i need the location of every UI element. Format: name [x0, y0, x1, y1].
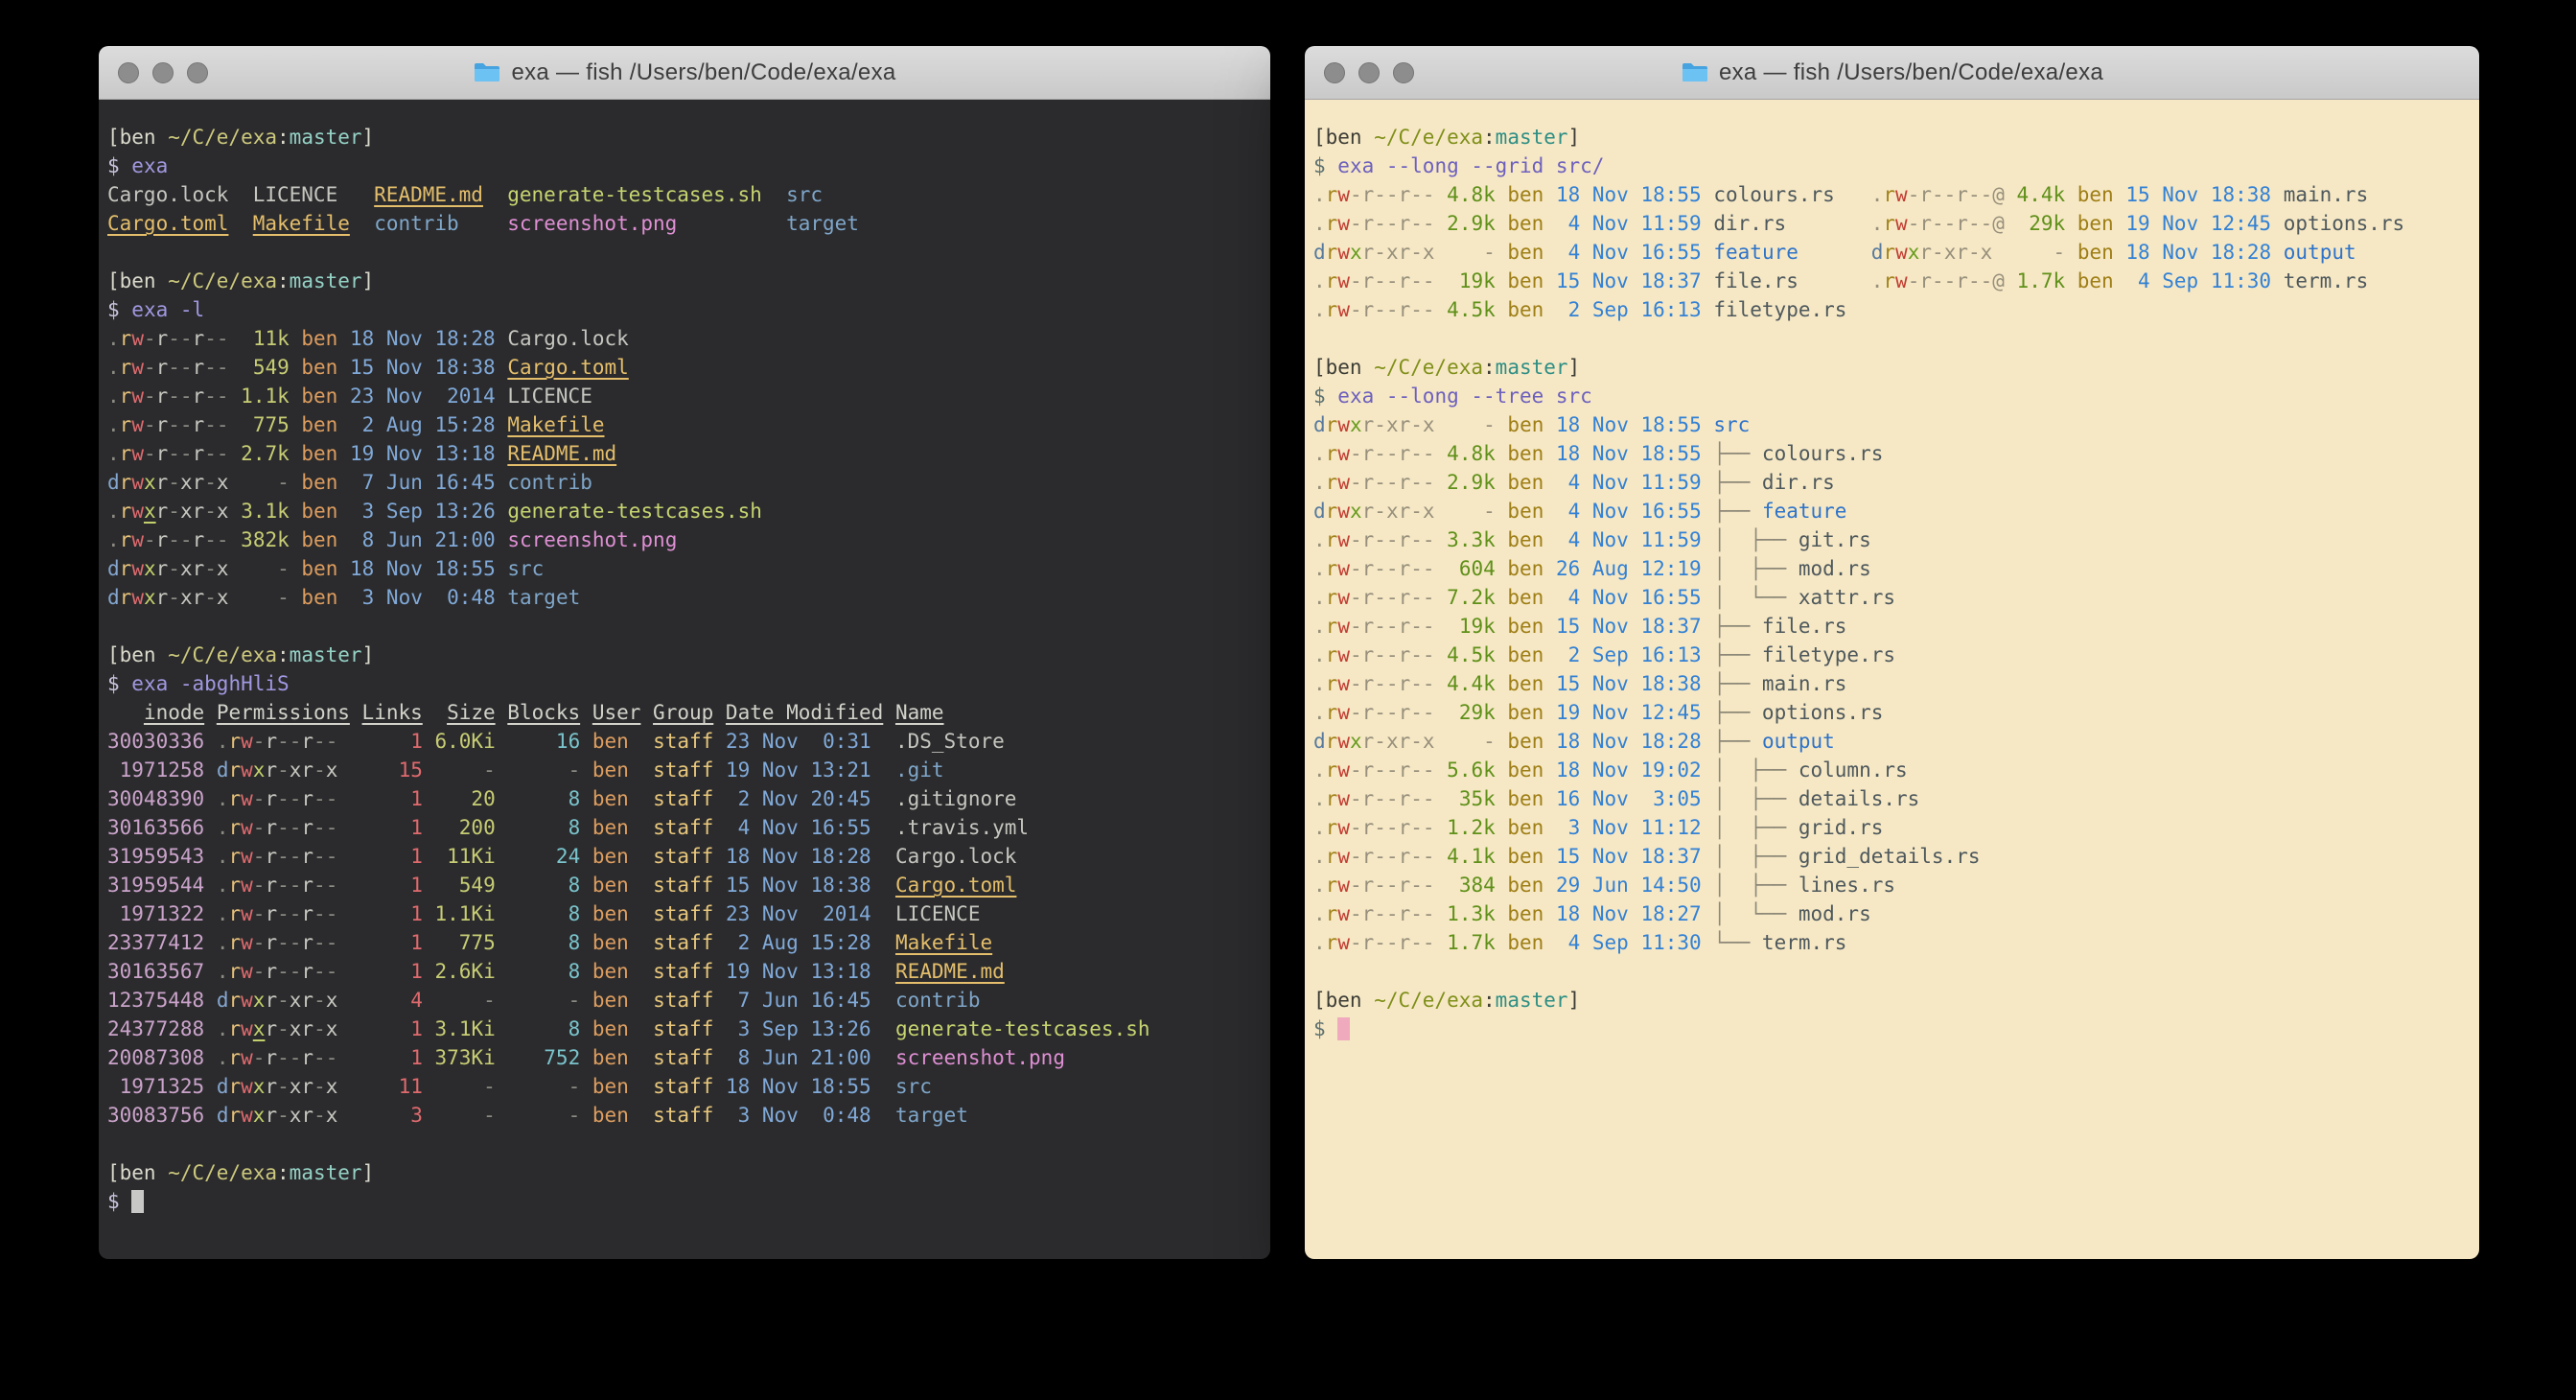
terminal-line: 30030336 .rw-r--r-- 1 6.0Ki 16 ben staff… — [107, 727, 1270, 756]
terminal-line: $ exa --long --grid src/ — [1313, 152, 2479, 180]
terminal-window-left: exa — fish /Users/ben/Code/exa/exa [ben … — [99, 46, 1270, 1259]
terminal-line: $ exa --long --tree src — [1313, 382, 2479, 410]
traffic-lights — [1324, 46, 1414, 99]
terminal-line: drwxr-xr-x - ben 18 Nov 18:28 ├── output — [1313, 727, 2479, 756]
window-title: exa — fish /Users/ben/Code/exa/exa — [1681, 59, 2103, 86]
terminal-content-right[interactable]: [ben ~/C/e/exa:master]$ exa --long --gri… — [1305, 100, 2479, 1259]
terminal-line: [ben ~/C/e/exa:master] — [1313, 986, 2479, 1015]
minimize-button[interactable] — [1358, 62, 1380, 83]
terminal-line: inode Permissions Links Size Blocks User… — [107, 698, 1270, 727]
terminal-line: .rw-r--r-- 35k ben 16 Nov 3:05 │ ├── det… — [1313, 784, 2479, 813]
terminal-line — [107, 1130, 1270, 1158]
terminal-line: drwxr-xr-x - ben 18 Nov 18:55 src — [107, 554, 1270, 583]
terminal-line: drwxr-xr-x - ben 4 Nov 16:55 ├── feature — [1313, 497, 2479, 525]
terminal-line: $ — [107, 1187, 1270, 1216]
minimize-button[interactable] — [152, 62, 174, 83]
terminal-line: Cargo.toml Makefile contrib screenshot.p… — [107, 209, 1270, 238]
window-title-text: exa — fish /Users/ben/Code/exa/exa — [511, 59, 895, 86]
terminal-line: 12375448 drwxr-xr-x 4 - - ben staff 7 Ju… — [107, 986, 1270, 1015]
terminal-line: .rw-r--r-- 775 ben 2 Aug 15:28 Makefile — [107, 410, 1270, 439]
terminal-line: .rw-r--r-- 1.7k ben 4 Sep 11:30 └── term… — [1313, 928, 2479, 957]
terminal-line: $ exa -abghHliS — [107, 669, 1270, 698]
terminal-line: drwxr-xr-x - ben 3 Nov 0:48 target — [107, 583, 1270, 612]
terminal-line: .rw-r--r-- 4.8k ben 18 Nov 18:55 colours… — [1313, 180, 2479, 209]
terminal-line: [ben ~/C/e/exa:master] — [1313, 123, 2479, 152]
terminal-line: 24377288 .rwxr-xr-x 1 3.1Ki 8 ben staff … — [107, 1015, 1270, 1043]
terminal-line: .rw-r--r-- 604 ben 26 Aug 12:19 │ ├── mo… — [1313, 554, 2479, 583]
terminal-line: [ben ~/C/e/exa:master] — [107, 267, 1270, 295]
terminal-line: 30083756 drwxr-xr-x 3 - - ben staff 3 No… — [107, 1101, 1270, 1130]
terminal-line: .rw-r--r-- 384 ben 29 Jun 14:50 │ ├── li… — [1313, 871, 2479, 899]
terminal-line: [ben ~/C/e/exa:master] — [1313, 353, 2479, 382]
terminal-line: [ben ~/C/e/exa:master] — [107, 641, 1270, 669]
terminal-line: 31959543 .rw-r--r-- 1 11Ki 24 ben staff … — [107, 842, 1270, 871]
terminal-line: drwxr-xr-x - ben 7 Jun 16:45 contrib — [107, 468, 1270, 497]
terminal-line: $ exa -l — [107, 295, 1270, 324]
close-button[interactable] — [1324, 62, 1345, 83]
terminal-line: $ — [1313, 1015, 2479, 1043]
terminal-line: .rw-r--r-- 2.9k ben 4 Nov 11:59 dir.rs .… — [1313, 209, 2479, 238]
window-title-text: exa — fish /Users/ben/Code/exa/exa — [1719, 59, 2103, 86]
terminal-line: .rw-r--r-- 549 ben 15 Nov 18:38 Cargo.to… — [107, 353, 1270, 382]
terminal-line — [1313, 957, 2479, 986]
terminal-line: .rw-r--r-- 1.3k ben 18 Nov 18:27 │ └── m… — [1313, 899, 2479, 928]
terminal-line: [ben ~/C/e/exa:master] — [107, 123, 1270, 152]
cursor-block — [131, 1190, 144, 1213]
folder-icon — [473, 61, 501, 84]
traffic-lights — [118, 46, 208, 99]
window-title: exa — fish /Users/ben/Code/exa/exa — [473, 59, 895, 86]
terminal-line: .rw-r--r-- 11k ben 18 Nov 18:28 Cargo.lo… — [107, 324, 1270, 353]
terminal-line: 1971325 drwxr-xr-x 11 - - ben staff 18 N… — [107, 1072, 1270, 1101]
terminal-line: 30163567 .rw-r--r-- 1 2.6Ki 8 ben staff … — [107, 957, 1270, 986]
terminal-line: 1971322 .rw-r--r-- 1 1.1Ki 8 ben staff 2… — [107, 899, 1270, 928]
terminal-line: drwxr-xr-x - ben 18 Nov 18:55 src — [1313, 410, 2479, 439]
terminal-line: .rw-r--r-- 1.2k ben 3 Nov 11:12 │ ├── gr… — [1313, 813, 2479, 842]
terminal-line: .rwxr-xr-x 3.1k ben 3 Sep 13:26 generate… — [107, 497, 1270, 525]
terminal-line: 31959544 .rw-r--r-- 1 549 8 ben staff 15… — [107, 871, 1270, 899]
cursor-block — [1337, 1017, 1350, 1040]
terminal-line: .rw-r--r-- 4.1k ben 15 Nov 18:37 │ ├── g… — [1313, 842, 2479, 871]
terminal-line: 30048390 .rw-r--r-- 1 20 8 ben staff 2 N… — [107, 784, 1270, 813]
terminal-line: .rw-r--r-- 4.5k ben 2 Sep 16:13 ├── file… — [1313, 641, 2479, 669]
terminal-line: .rw-r--r-- 5.6k ben 18 Nov 19:02 │ ├── c… — [1313, 756, 2479, 784]
terminal-content-left[interactable]: [ben ~/C/e/exa:master]$ exaCargo.lock LI… — [99, 100, 1270, 1259]
terminal-line: $ exa — [107, 152, 1270, 180]
terminal-line: 30163566 .rw-r--r-- 1 200 8 ben staff 4 … — [107, 813, 1270, 842]
terminal-line: .rw-r--r-- 29k ben 19 Nov 12:45 ├── opti… — [1313, 698, 2479, 727]
terminal-line: .rw-r--r-- 4.5k ben 2 Sep 16:13 filetype… — [1313, 295, 2479, 324]
terminal-line — [107, 238, 1270, 267]
folder-icon — [1681, 61, 1709, 84]
terminal-line: .rw-r--r-- 1.1k ben 23 Nov 2014 LICENCE — [107, 382, 1270, 410]
terminal-line: .rw-r--r-- 19k ben 15 Nov 18:37 ├── file… — [1313, 612, 2479, 641]
terminal-line: .rw-r--r-- 19k ben 15 Nov 18:37 file.rs … — [1313, 267, 2479, 295]
close-button[interactable] — [118, 62, 139, 83]
terminal-window-right: exa — fish /Users/ben/Code/exa/exa [ben … — [1305, 46, 2479, 1259]
titlebar-left[interactable]: exa — fish /Users/ben/Code/exa/exa — [99, 46, 1270, 100]
terminal-line — [1313, 324, 2479, 353]
terminal-line: .rw-r--r-- 4.8k ben 18 Nov 18:55 ├── col… — [1313, 439, 2479, 468]
terminal-line: 23377412 .rw-r--r-- 1 775 8 ben staff 2 … — [107, 928, 1270, 957]
terminal-line — [107, 612, 1270, 641]
titlebar-right[interactable]: exa — fish /Users/ben/Code/exa/exa — [1305, 46, 2479, 100]
terminal-line: .rw-r--r-- 382k ben 8 Jun 21:00 screensh… — [107, 525, 1270, 554]
terminal-line: .rw-r--r-- 3.3k ben 4 Nov 11:59 │ ├── gi… — [1313, 525, 2479, 554]
terminal-line: 1971258 drwxr-xr-x 15 - - ben staff 19 N… — [107, 756, 1270, 784]
terminal-line: .rw-r--r-- 4.4k ben 15 Nov 18:38 ├── mai… — [1313, 669, 2479, 698]
zoom-button[interactable] — [1393, 62, 1414, 83]
terminal-line: drwxr-xr-x - ben 4 Nov 16:55 feature drw… — [1313, 238, 2479, 267]
terminal-line: .rw-r--r-- 2.7k ben 19 Nov 13:18 README.… — [107, 439, 1270, 468]
terminal-line: .rw-r--r-- 2.9k ben 4 Nov 11:59 ├── dir.… — [1313, 468, 2479, 497]
terminal-line: [ben ~/C/e/exa:master] — [107, 1158, 1270, 1187]
terminal-line: .rw-r--r-- 7.2k ben 4 Nov 16:55 │ └── xa… — [1313, 583, 2479, 612]
terminal-line: 20087308 .rw-r--r-- 1 373Ki 752 ben staf… — [107, 1043, 1270, 1072]
terminal-line: Cargo.lock LICENCE README.md generate-te… — [107, 180, 1270, 209]
zoom-button[interactable] — [187, 62, 208, 83]
